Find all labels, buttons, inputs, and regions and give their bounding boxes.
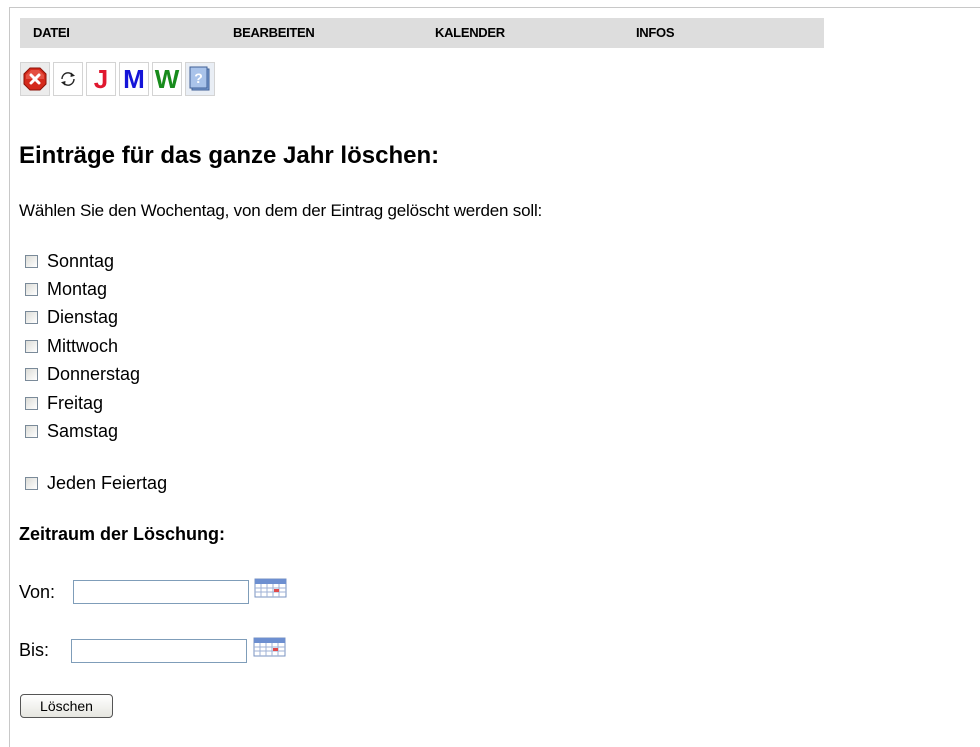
holiday-option[interactable]: Jeden Feiertag [25, 472, 167, 494]
week-view-letter: W [154, 64, 180, 94]
weekday-donnerstag-checkbox[interactable] [25, 367, 38, 381]
weekday-montag-checkbox[interactable] [25, 282, 38, 296]
weekday-label: Samstag [47, 420, 119, 441]
weekday-mittwoch[interactable]: Mittwoch [25, 335, 118, 357]
from-calendar-icon[interactable] [254, 578, 287, 598]
menu-bar: DATEI BEARBEITEN KALENDER INFOS [20, 18, 824, 48]
help-icon: ? [189, 66, 210, 91]
close-button[interactable] [20, 62, 50, 96]
instruction-text: Wählen Sie den Wochentag, von dem der Ei… [19, 201, 543, 220]
to-calendar-icon[interactable] [253, 637, 286, 657]
weekday-donnerstag[interactable]: Donnerstag [25, 363, 140, 385]
refresh-button[interactable] [53, 62, 83, 96]
range-heading: Zeitraum der Löschung: [19, 524, 226, 544]
weekday-label: Freitag [47, 392, 104, 413]
to-date-input[interactable] [71, 639, 247, 663]
from-label: Von: [19, 582, 56, 602]
weekday-dienstag[interactable]: Dienstag [25, 306, 118, 328]
year-view-letter: J [93, 64, 109, 94]
weekday-label: Montag [47, 278, 108, 299]
holiday-label: Jeden Feiertag [47, 472, 168, 493]
weekday-label: Sonntag [47, 250, 115, 271]
year-view-button[interactable]: J [86, 62, 116, 96]
month-view-letter: M [123, 64, 145, 94]
weekday-samstag[interactable]: Samstag [25, 420, 118, 442]
menu-datei[interactable]: DATEI [33, 18, 70, 48]
menu-bearbeiten[interactable]: BEARBEITEN [233, 18, 315, 48]
menu-infos[interactable]: INFOS [636, 18, 675, 48]
to-label: Bis: [19, 640, 50, 660]
holiday-checkbox[interactable] [25, 476, 38, 490]
weekday-mittwoch-checkbox[interactable] [25, 339, 38, 353]
weekday-sonntag-checkbox[interactable] [25, 254, 38, 268]
content-frame [9, 7, 980, 747]
delete-button[interactable]: Löschen [20, 694, 113, 718]
weekday-label: Donnerstag [47, 363, 141, 384]
page-title: Einträge für das ganze Jahr löschen: [19, 142, 440, 169]
weekday-sonntag[interactable]: Sonntag [25, 250, 114, 272]
weekday-freitag[interactable]: Freitag [25, 392, 103, 414]
close-icon [23, 67, 47, 91]
weekday-samstag-checkbox[interactable] [25, 424, 38, 438]
svg-text:?: ? [194, 70, 203, 86]
weekday-label: Dienstag [47, 306, 119, 327]
from-date-input[interactable] [73, 580, 249, 604]
refresh-icon [61, 72, 75, 86]
weekday-freitag-checkbox[interactable] [25, 396, 38, 410]
weekday-montag[interactable]: Montag [25, 278, 107, 300]
menu-kalender[interactable]: KALENDER [435, 18, 505, 48]
month-view-button[interactable]: M [119, 62, 149, 96]
weekday-label: Mittwoch [47, 335, 119, 356]
help-button[interactable]: ? [185, 62, 215, 96]
week-view-button[interactable]: W [152, 62, 182, 96]
weekday-dienstag-checkbox[interactable] [25, 310, 38, 324]
